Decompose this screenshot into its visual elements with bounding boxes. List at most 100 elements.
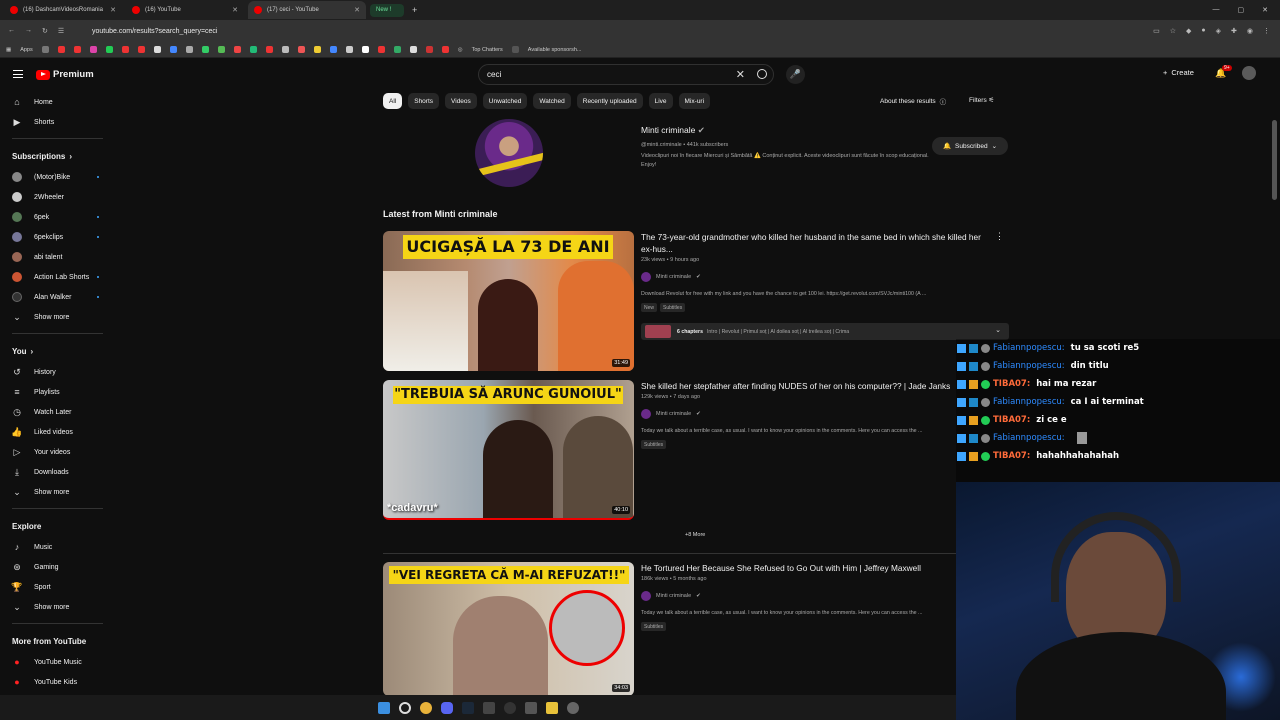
show-more-button[interactable]: ⌄ Show more [0,482,115,502]
bookmark-icon[interactable] [105,46,113,53]
bookmark-icon[interactable] [377,46,385,53]
bookmark-icon[interactable] [249,46,257,53]
video-result[interactable]: UCIGAȘĂ LA 73 DE ANI 31:49 The 73-year-o… [383,231,1009,371]
show-more-button[interactable]: ⌄ Show more [0,597,115,617]
clear-search-icon[interactable]: ✕ [736,68,745,81]
obs-icon[interactable] [566,701,579,714]
sidebar-item-sport[interactable]: 🏆 Sport [0,577,115,597]
extension-icon[interactable]: ◈ [1216,27,1221,35]
bookmark-top-chatters[interactable]: Top Chatters [472,47,503,53]
channel-avatar-large[interactable] [475,119,543,187]
chip-unwatched[interactable]: Unwatched [482,93,528,109]
bookmark-icon[interactable] [281,46,289,53]
search-box[interactable]: ceci ✕ [478,64,774,85]
subscriptions-header[interactable]: Subscriptions › [0,145,115,167]
chip-watched[interactable]: Watched [533,93,571,109]
bookmark-icon[interactable] [297,46,305,53]
close-tab-icon[interactable]: ✕ [232,6,238,14]
discord-icon[interactable] [440,701,453,714]
forward-icon[interactable]: → [25,27,32,35]
channel-name[interactable]: Minti criminale ✔ [641,125,705,136]
video-channel[interactable]: Minti criminale ✔ [641,409,971,419]
subscribed-button[interactable]: 🔔 Subscribed ⌄ [932,137,1008,155]
sidebar-subscription[interactable]: (Motor)Bike [0,167,115,187]
profile-icon[interactable]: ◉ [1247,27,1253,35]
bookmark-icon[interactable] [441,46,449,53]
sidebar-item-your-videos[interactable]: ▷ Your videos [0,442,115,462]
reload-icon[interactable]: ↻ [42,27,48,35]
sidebar-item-history[interactable]: ↺ History [0,362,115,382]
sidebar-subscription[interactable]: abi talent [0,247,115,267]
sidebar-item-downloads[interactable]: ⤓ Downloads [0,462,115,482]
bookmark-apps[interactable]: Apps [20,47,33,53]
app-icon[interactable] [482,701,495,714]
bookmark-icon[interactable] [89,46,97,53]
sidebar-subscription[interactable]: Alan Walker [0,287,115,307]
video-channel[interactable]: Minti criminale ✔ [641,272,981,282]
url-field[interactable]: youtube.com/results?search_query=ceci [92,28,217,35]
browser-tab[interactable]: (16) YouTube ✕ [126,1,244,19]
bookmark-icon[interactable] [393,46,401,53]
hamburger-menu-icon[interactable] [13,70,23,78]
new-tab-chip[interactable]: New ! [370,3,404,17]
bookmark-icon[interactable] [41,46,49,53]
bookmark-icon[interactable] [233,46,241,53]
bookmark-icon[interactable] [73,46,81,53]
video-thumbnail[interactable]: UCIGAȘĂ LA 73 DE ANI 31:49 [383,231,634,371]
bookmark-icon[interactable] [361,46,369,53]
sidebar-item-shorts[interactable]: ▶ Shorts [0,112,115,132]
close-window-icon[interactable]: ✕ [1262,6,1268,14]
close-tab-icon[interactable]: ✕ [110,6,116,14]
sidebar-item-youtube-music[interactable]: ● YouTube Music [0,652,115,672]
you-header[interactable]: You › [0,340,115,362]
show-more-button[interactable]: ⌄ Show more [0,307,115,327]
search-icon[interactable] [757,69,767,79]
extension-icon[interactable]: ● [1201,27,1205,35]
video-result[interactable]: "VEI REGRETA CĂ M-AI REFUZAT!!" 34:03 He… [383,562,1008,696]
extensions-puzzle-icon[interactable]: ✚ [1231,27,1237,35]
chip-shorts[interactable]: Shorts [408,93,440,109]
windows-start-icon[interactable] [377,701,390,714]
close-tab-icon[interactable]: ✕ [354,6,360,14]
bookmark-icon[interactable] [265,46,273,53]
chip-mixes[interactable]: Mix-uri [678,93,711,109]
bookmark-icon[interactable] [201,46,209,53]
video-thumbnail[interactable]: "VEI REGRETA CĂ M-AI REFUZAT!!" 34:03 [383,562,634,696]
sidebar-item-gaming[interactable]: ⊛ Gaming [0,557,115,577]
minimize-icon[interactable]: — [1213,6,1220,14]
video-thumbnail[interactable]: "TREBUIA SĂ ARUNC GUNOIUL" *cadavru* 40:… [383,380,634,520]
page-scrollbar[interactable] [1272,120,1277,200]
video-title[interactable]: He Tortured Her Because She Refused to G… [641,562,956,574]
chapters-bar[interactable]: 6 chapters Intro | Revolut | Primul soț |… [641,323,1009,340]
account-avatar[interactable] [1242,66,1256,80]
app-icon[interactable] [503,701,516,714]
bookmark-icon[interactable] [169,46,177,53]
bookmark-icon[interactable] [185,46,193,53]
chevron-down-icon[interactable]: ⌄ [995,326,1001,334]
bookmark-icon[interactable] [329,46,337,53]
more-actions-icon[interactable]: ⋮ [995,231,1004,242]
site-info-icon[interactable]: ☰ [58,27,64,35]
browser-tab[interactable]: (16) DashcamVideosRomania ✕ [4,1,122,19]
sidebar-item-home[interactable]: ⌂ Home [0,92,115,112]
sidebar-item-music[interactable]: ♪ Music [0,537,115,557]
bookmark-icon[interactable] [137,46,145,53]
back-icon[interactable]: ← [8,27,15,35]
show-more-results[interactable]: +8 More [685,532,705,538]
chip-all[interactable]: All [383,93,403,109]
sidebar-subscription[interactable]: Action Lab Shorts [0,267,115,287]
bookmark-icon[interactable] [409,46,417,53]
bookmark-icon[interactable] [153,46,161,53]
video-channel[interactable]: Minti criminale ✔ [641,591,956,601]
bookmark-icon[interactable] [57,46,65,53]
steam-icon[interactable] [461,701,474,714]
bookmark-icon[interactable] [345,46,353,53]
sidebar-item-youtube-kids[interactable]: ● YouTube Kids [0,672,115,692]
bookmark-icon[interactable] [121,46,129,53]
search-icon[interactable] [398,701,411,714]
chip-recently-uploaded[interactable]: Recently uploaded [576,93,643,109]
chip-live[interactable]: Live [648,93,673,109]
sidebar-item-liked-videos[interactable]: 👍 Liked videos [0,422,115,442]
apps-grid-icon[interactable]: ▦ [6,47,11,53]
menu-dots-icon[interactable]: ⋮ [1263,27,1270,35]
